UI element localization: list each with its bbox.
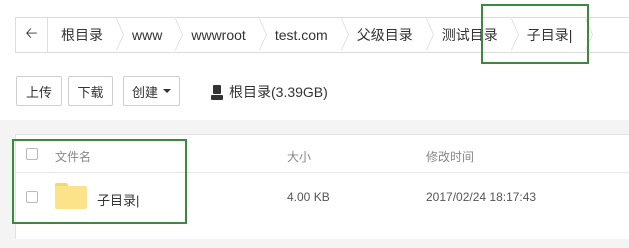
breadcrumb-item-site[interactable]: test.com xyxy=(275,18,348,52)
highlight-box-breadcrumb xyxy=(481,4,589,64)
disk-icon xyxy=(211,84,223,100)
chevron-right-icon xyxy=(338,18,348,52)
chevron-right-icon xyxy=(172,18,182,52)
chevron-right-icon xyxy=(113,18,123,52)
file-modified: 2017/02/24 18:17:43 xyxy=(426,190,537,204)
back-button[interactable]: 🡠 xyxy=(16,18,48,52)
arrow-left-icon: 🡠 xyxy=(25,24,38,42)
file-size: 4.00 KB xyxy=(287,190,330,204)
caret-down-icon xyxy=(163,89,171,93)
column-header-size[interactable]: 大小 xyxy=(287,148,311,165)
highlight-box-file-row xyxy=(12,139,187,224)
download-button[interactable]: 下载 xyxy=(68,76,113,106)
breadcrumb-item-www[interactable]: www xyxy=(132,18,182,52)
column-header-modified[interactable]: 修改时间 xyxy=(426,148,474,165)
disk-info: 根目录(3.39GB) xyxy=(211,82,328,102)
chevron-right-icon xyxy=(256,18,266,52)
create-dropdown-button[interactable]: 创建 xyxy=(123,76,180,106)
chevron-right-icon xyxy=(423,18,433,52)
breadcrumb-item-root[interactable]: 根目录 xyxy=(61,18,123,52)
breadcrumb-item-parent[interactable]: 父级目录 xyxy=(357,18,433,52)
upload-button[interactable]: 上传 xyxy=(16,76,62,106)
breadcrumb-item-wwwroot[interactable]: wwwroot xyxy=(191,18,265,52)
